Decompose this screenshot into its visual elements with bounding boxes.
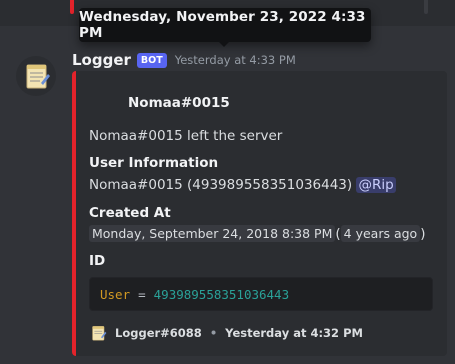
embed: Nomaa#0015 Nomaa#0015 left the server Us… bbox=[72, 71, 447, 356]
footer-timestamp: Yesterday at 4:32 PM bbox=[225, 326, 363, 340]
field-created-at-name: Created At bbox=[89, 205, 171, 221]
embed-footer: Logger#6088 • Yesterday at 4:32 PM bbox=[89, 323, 363, 343]
embed-author: Nomaa#0015 bbox=[128, 95, 230, 111]
tooltip-text: Wednesday, November 23, 2022 4:33 PM bbox=[79, 9, 366, 41]
relative-open: ( bbox=[335, 226, 341, 242]
previous-embed-accent bbox=[70, 0, 74, 14]
user-info-text: Nomaa#0015 (493989558351036443) bbox=[89, 177, 353, 193]
created-date[interactable]: Monday, September 24, 2018 8:38 PM bbox=[89, 225, 336, 242]
username[interactable]: Logger bbox=[72, 51, 131, 69]
footer-text: Logger#6088 bbox=[115, 326, 202, 340]
relative-close: ) bbox=[420, 226, 426, 242]
created-relative[interactable]: 4 years ago bbox=[340, 225, 421, 242]
bot-tag: BOT bbox=[136, 52, 167, 68]
code-value: 493989558351036443 bbox=[153, 286, 290, 302]
avatar[interactable] bbox=[16, 56, 56, 96]
field-created-at-value: Monday, September 24, 2018 8:38 PM(4 yea… bbox=[89, 225, 426, 242]
role-mention[interactable]: @Rip bbox=[356, 177, 396, 193]
notepad-icon bbox=[26, 64, 50, 89]
timestamp-tooltip: Wednesday, November 23, 2022 4:33 PM bbox=[79, 8, 371, 42]
code-operator: = bbox=[138, 286, 146, 302]
field-user-information-value: Nomaa#0015 (493989558351036443) @Rip bbox=[89, 177, 396, 193]
message-header: Logger BOT Yesterday at 4:33 PM bbox=[72, 49, 296, 71]
field-id-name: ID bbox=[89, 253, 106, 269]
tooltip-arrow bbox=[218, 41, 230, 47]
code-key: User bbox=[100, 286, 131, 302]
notepad-icon bbox=[89, 324, 107, 342]
embed-description: Nomaa#0015 left the server bbox=[89, 128, 283, 144]
previous-embed-edge bbox=[424, 0, 428, 14]
id-code-block: User = 493989558351036443 bbox=[89, 277, 433, 311]
message-timestamp[interactable]: Yesterday at 4:33 PM bbox=[175, 53, 296, 67]
footer-separator: • bbox=[209, 326, 218, 340]
field-user-information-name: User Information bbox=[89, 155, 219, 171]
